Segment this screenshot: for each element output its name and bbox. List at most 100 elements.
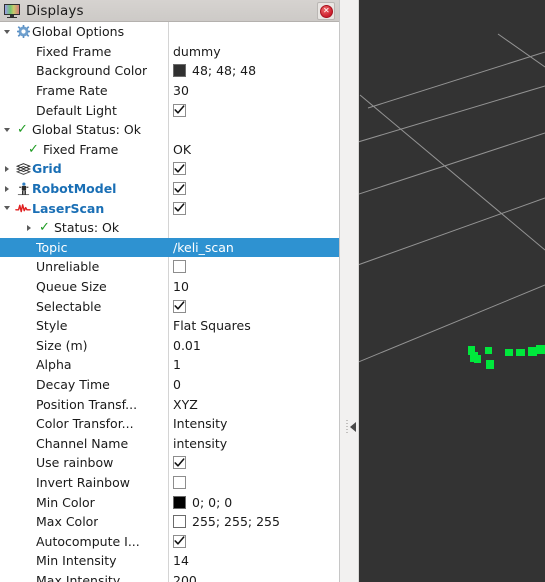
tree-row-name-cell: Background Color [0, 63, 168, 78]
tree-row-label: Invert Rainbow [36, 474, 130, 490]
displays-titlebar: Displays ✕ [0, 0, 340, 22]
tree-row-label: Background Color [36, 63, 148, 79]
color-swatch[interactable] [173, 64, 186, 78]
checkbox[interactable] [173, 162, 186, 176]
tree-row-value-cell[interactable]: 30 [168, 83, 339, 98]
tree-row-value-cell[interactable] [168, 103, 339, 117]
tree-row-value-cell[interactable]: 0; 0; 0 [168, 495, 339, 510]
tree-row-value-cell[interactable]: intensity [168, 436, 339, 451]
tree-row-name-cell: Selectable [0, 299, 168, 314]
tree-row[interactable]: Alpha 1 [0, 355, 339, 375]
checkbox[interactable] [173, 299, 186, 313]
tree-row-name-cell: Style [0, 318, 168, 333]
tree-row[interactable]: LaserScan [0, 198, 339, 218]
tree-row[interactable]: ✓ Fixed Frame OK [0, 140, 339, 160]
tree-row-value-cell[interactable]: 0.01 [168, 338, 339, 353]
tree-row-value: dummy [173, 43, 221, 59]
checkbox[interactable] [173, 534, 186, 548]
tree-row-value-cell[interactable]: /keli_scan [168, 240, 339, 255]
tree-row-value-cell[interactable]: 14 [168, 553, 339, 568]
tree-row-value-cell[interactable]: 200 [168, 573, 339, 582]
tree-row[interactable]: Min Color 0; 0; 0 [0, 492, 339, 512]
tree-row[interactable]: Max Color 255; 255; 255 [0, 512, 339, 532]
tree-row-value-cell[interactable] [168, 456, 339, 470]
checkbox[interactable] [173, 456, 186, 470]
collapse-left-arrow-icon[interactable] [350, 422, 357, 432]
tree-row[interactable]: Use rainbow [0, 453, 339, 473]
tree-row[interactable]: Fixed Frame dummy [0, 42, 339, 62]
checkbox[interactable] [173, 201, 186, 215]
tree-row-value-cell[interactable] [168, 534, 339, 548]
tree-row-value-cell[interactable]: dummy [168, 44, 339, 59]
tree-row[interactable]: Size (m) 0.01 [0, 336, 339, 356]
tree-row[interactable]: Default Light [0, 100, 339, 120]
tree-row-value-cell[interactable]: 10 [168, 279, 339, 294]
chevron-right-icon[interactable] [0, 185, 14, 192]
tree-row-value: 0; 0; 0 [192, 494, 233, 510]
tree-row[interactable]: Global Options [0, 22, 339, 42]
tree-row[interactable]: Color Transfor... Intensity [0, 414, 339, 434]
checkbox[interactable] [173, 475, 186, 489]
color-swatch[interactable] [173, 515, 186, 529]
tree-row[interactable]: Min Intensity 14 [0, 551, 339, 571]
panel-splitter[interactable] [340, 0, 360, 582]
render-viewport[interactable] [359, 0, 545, 582]
chevron-down-icon[interactable] [0, 29, 14, 34]
tree-row[interactable]: Grid [0, 159, 339, 179]
chevron-right-icon[interactable] [22, 224, 36, 231]
tree-row-value: Intensity [173, 416, 228, 432]
splitter-grip[interactable] [346, 420, 349, 434]
tree-row[interactable]: Autocompute I... [0, 531, 339, 551]
tree-row[interactable]: Topic/keli_scan [0, 237, 340, 258]
tree-row-value-cell[interactable] [168, 260, 339, 274]
tree-row[interactable]: ✓ Global Status: Ok [0, 120, 339, 140]
chevron-right-icon[interactable] [0, 165, 14, 172]
tree-row-value-cell[interactable] [168, 475, 339, 489]
tree-row-value-cell[interactable] [168, 299, 339, 313]
tree-row-value-cell[interactable] [168, 201, 339, 215]
checkbox[interactable] [173, 182, 186, 196]
tree-row-value-cell[interactable]: XYZ [168, 397, 339, 412]
tree-row[interactable]: ✓ Status: Ok [0, 218, 339, 238]
tree-row[interactable]: Position Transf... XYZ [0, 394, 339, 414]
tree-row-value-cell[interactable]: 0 [168, 377, 339, 392]
laserscan-icon [14, 202, 32, 214]
checkbox[interactable] [173, 103, 186, 117]
tree-row-value-cell[interactable] [168, 162, 339, 176]
tree-row[interactable]: Channel Name intensity [0, 433, 339, 453]
tree-row[interactable]: Decay Time 0 [0, 375, 339, 395]
tree-row-label: Fixed Frame [43, 141, 119, 157]
tree-row-value-cell[interactable]: 48; 48; 48 [168, 63, 339, 78]
tree-row-value: 200 [173, 572, 197, 582]
tree-row-name-cell: RobotModel [0, 181, 168, 196]
tree-row-name-cell: Grid [0, 161, 168, 176]
gear-icon [14, 25, 32, 39]
tree-row[interactable]: Queue Size 10 [0, 277, 339, 297]
tree-row[interactable]: Selectable [0, 296, 339, 316]
tree-row[interactable]: Background Color 48; 48; 48 [0, 61, 339, 81]
tree-row[interactable]: RobotModel [0, 179, 339, 199]
tree-row-value-cell[interactable]: 255; 255; 255 [168, 514, 339, 529]
tree-row-value: OK [173, 141, 192, 157]
tree-row-name-cell: ✓ Status: Ok [0, 220, 168, 235]
tree-row-value-cell[interactable]: 1 [168, 357, 339, 372]
displays-tree[interactable]: Global Options Fixed Frame dummy Background… [0, 22, 340, 582]
tree-row-label: Status: Ok [54, 220, 120, 236]
tree-row-value: 0.01 [173, 337, 201, 353]
tree-row-value-cell[interactable]: Flat Squares [168, 318, 339, 333]
tree-row[interactable]: Max Intensity 200 [0, 571, 339, 582]
tree-row-label: Position Transf... [36, 396, 138, 412]
tree-row[interactable]: Unreliable [0, 257, 339, 277]
chevron-down-icon[interactable] [0, 206, 14, 211]
tree-row[interactable]: Frame Rate 30 [0, 81, 339, 101]
tree-row[interactable]: Invert Rainbow [0, 473, 339, 493]
grid-icon [14, 162, 32, 176]
close-button[interactable]: ✕ [317, 2, 336, 20]
tree-row[interactable]: Style Flat Squares [0, 316, 339, 336]
tree-row-value-cell[interactable]: Intensity [168, 416, 339, 431]
chevron-down-icon[interactable] [0, 127, 14, 132]
checkbox[interactable] [173, 260, 186, 274]
tree-row-value-cell[interactable] [168, 182, 339, 196]
color-swatch[interactable] [173, 495, 186, 509]
tree-row-value-cell[interactable]: OK [168, 142, 339, 157]
